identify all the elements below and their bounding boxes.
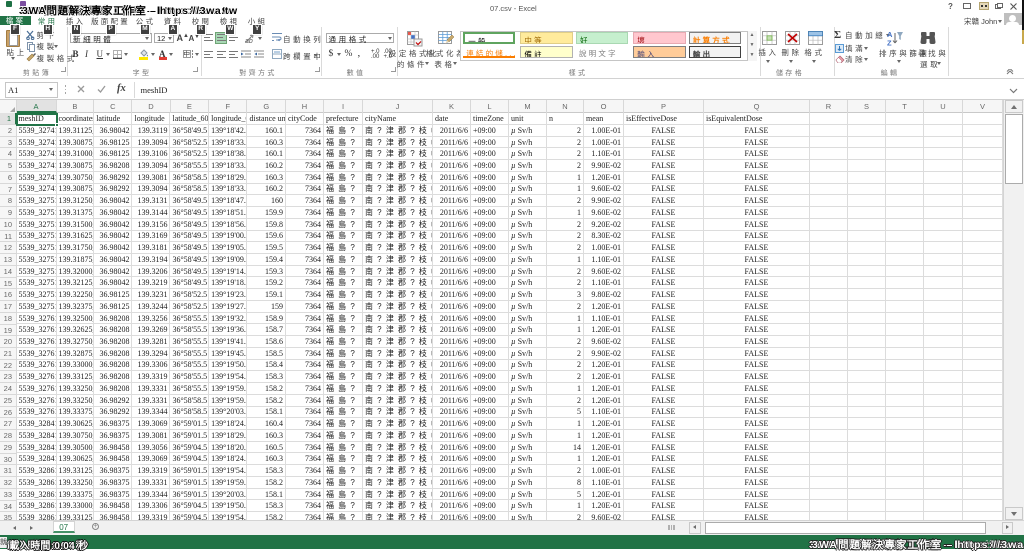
svg-text:ab: ab [245,38,253,44]
svg-text:Z: Z [887,38,892,47]
